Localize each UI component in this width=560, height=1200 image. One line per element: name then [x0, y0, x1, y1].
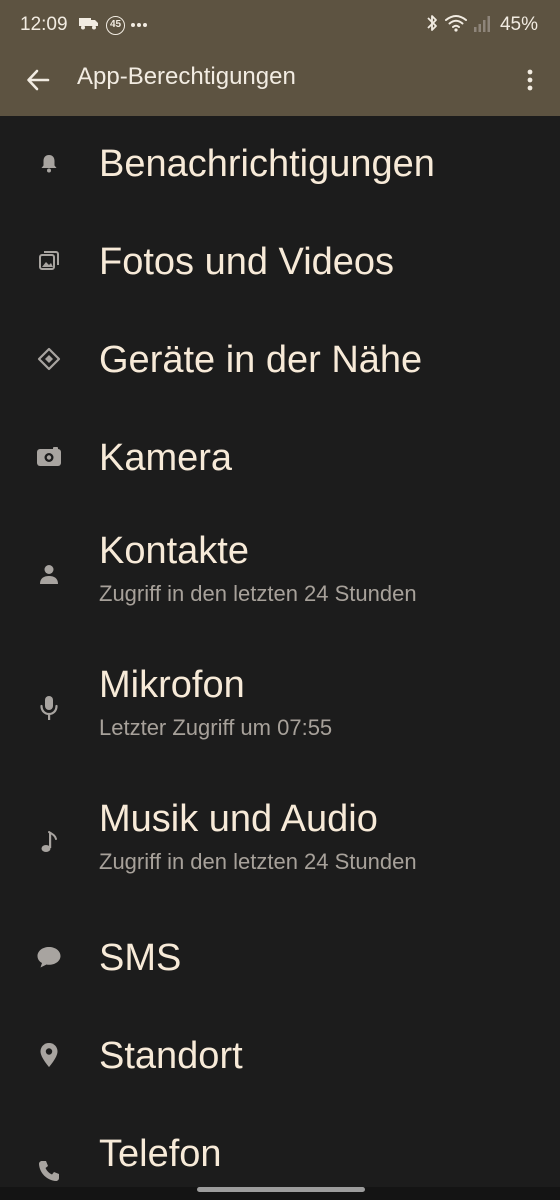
header: 12:09 45 45% App-Berechtigungen: [0, 0, 560, 116]
permission-item-kamera[interactable]: Kamera: [0, 410, 560, 508]
status-system-icons: 45%: [425, 13, 538, 37]
signal-icon: [473, 13, 491, 38]
permission-item-telefon[interactable]: Telefon: [0, 1106, 560, 1187]
permission-subtitle: Zugriff in den letzten 24 Stunden: [99, 581, 417, 606]
permission-item-geraete-in-der-naehe[interactable]: Geräte in der Nähe: [0, 312, 560, 410]
permission-subtitle: Zugriff in den letzten 24 Stunden: [99, 849, 417, 874]
phone-icon: [36, 1158, 62, 1184]
bluetooth-icon: [425, 13, 439, 38]
permission-subtitle: Letzter Zugriff um 07:55: [99, 715, 333, 740]
permission-item-sms[interactable]: SMS: [0, 910, 560, 1008]
status-notification-icons: 45: [78, 13, 147, 37]
gesture-handle[interactable]: [197, 1187, 365, 1192]
permission-label: Musik und Audio: [99, 798, 378, 840]
sms-icon: [36, 944, 62, 970]
permission-label: Kontakte: [99, 530, 249, 572]
more-notifications-icon: [131, 23, 147, 27]
more-vert-icon: [527, 69, 533, 91]
badge-45-icon: 45: [106, 15, 125, 35]
permission-label: Fotos und Videos: [99, 241, 395, 283]
app-permissions-screen: 12:09 45 45% App-Berechtigungen Benachri…: [0, 0, 560, 1200]
nearby-devices-icon: [36, 346, 62, 372]
permission-item-mikrofon[interactable]: Mikrofon Letzter Zugriff um 07:55: [0, 642, 560, 776]
permission-label: Geräte in der Nähe: [99, 339, 423, 381]
permission-label: Telefon: [99, 1133, 222, 1175]
contacts-icon: [36, 561, 62, 587]
permission-item-kontakte[interactable]: Kontakte Zugriff in den letzten 24 Stund…: [0, 508, 560, 642]
permission-item-standort[interactable]: Standort: [0, 1008, 560, 1106]
battery-level: 45%: [499, 14, 538, 35]
permission-label: Standort: [99, 1035, 243, 1077]
status-bar: 12:09 45 45%: [0, 0, 560, 50]
more-options-button[interactable]: [516, 62, 544, 98]
permission-label: Benachrichtigungen: [99, 143, 435, 185]
bell-icon: [36, 150, 62, 176]
permission-label: Mikrofon: [99, 664, 245, 706]
permission-label: SMS: [99, 937, 182, 979]
wifi-icon: [444, 13, 468, 38]
location-icon: [36, 1042, 62, 1068]
permission-item-benachrichtigungen[interactable]: Benachrichtigungen: [0, 116, 560, 214]
permission-label: Kamera: [99, 437, 233, 479]
arrow-back-icon: [27, 69, 50, 91]
microphone-icon: [36, 695, 62, 721]
app-bar: App-Berechtigungen: [0, 50, 560, 116]
photos-icon: [36, 248, 62, 274]
page-title: App-Berechtigungen: [77, 63, 296, 90]
status-time: 12:09: [20, 14, 68, 35]
music-note-icon: [36, 829, 62, 855]
permission-item-fotos-und-videos[interactable]: Fotos und Videos: [0, 214, 560, 312]
camera-icon: [36, 444, 62, 470]
back-button[interactable]: [20, 62, 56, 98]
permission-item-musik-und-audio[interactable]: Musik und Audio Zugriff in den letzten 2…: [0, 776, 560, 910]
truck-icon: [78, 16, 100, 35]
